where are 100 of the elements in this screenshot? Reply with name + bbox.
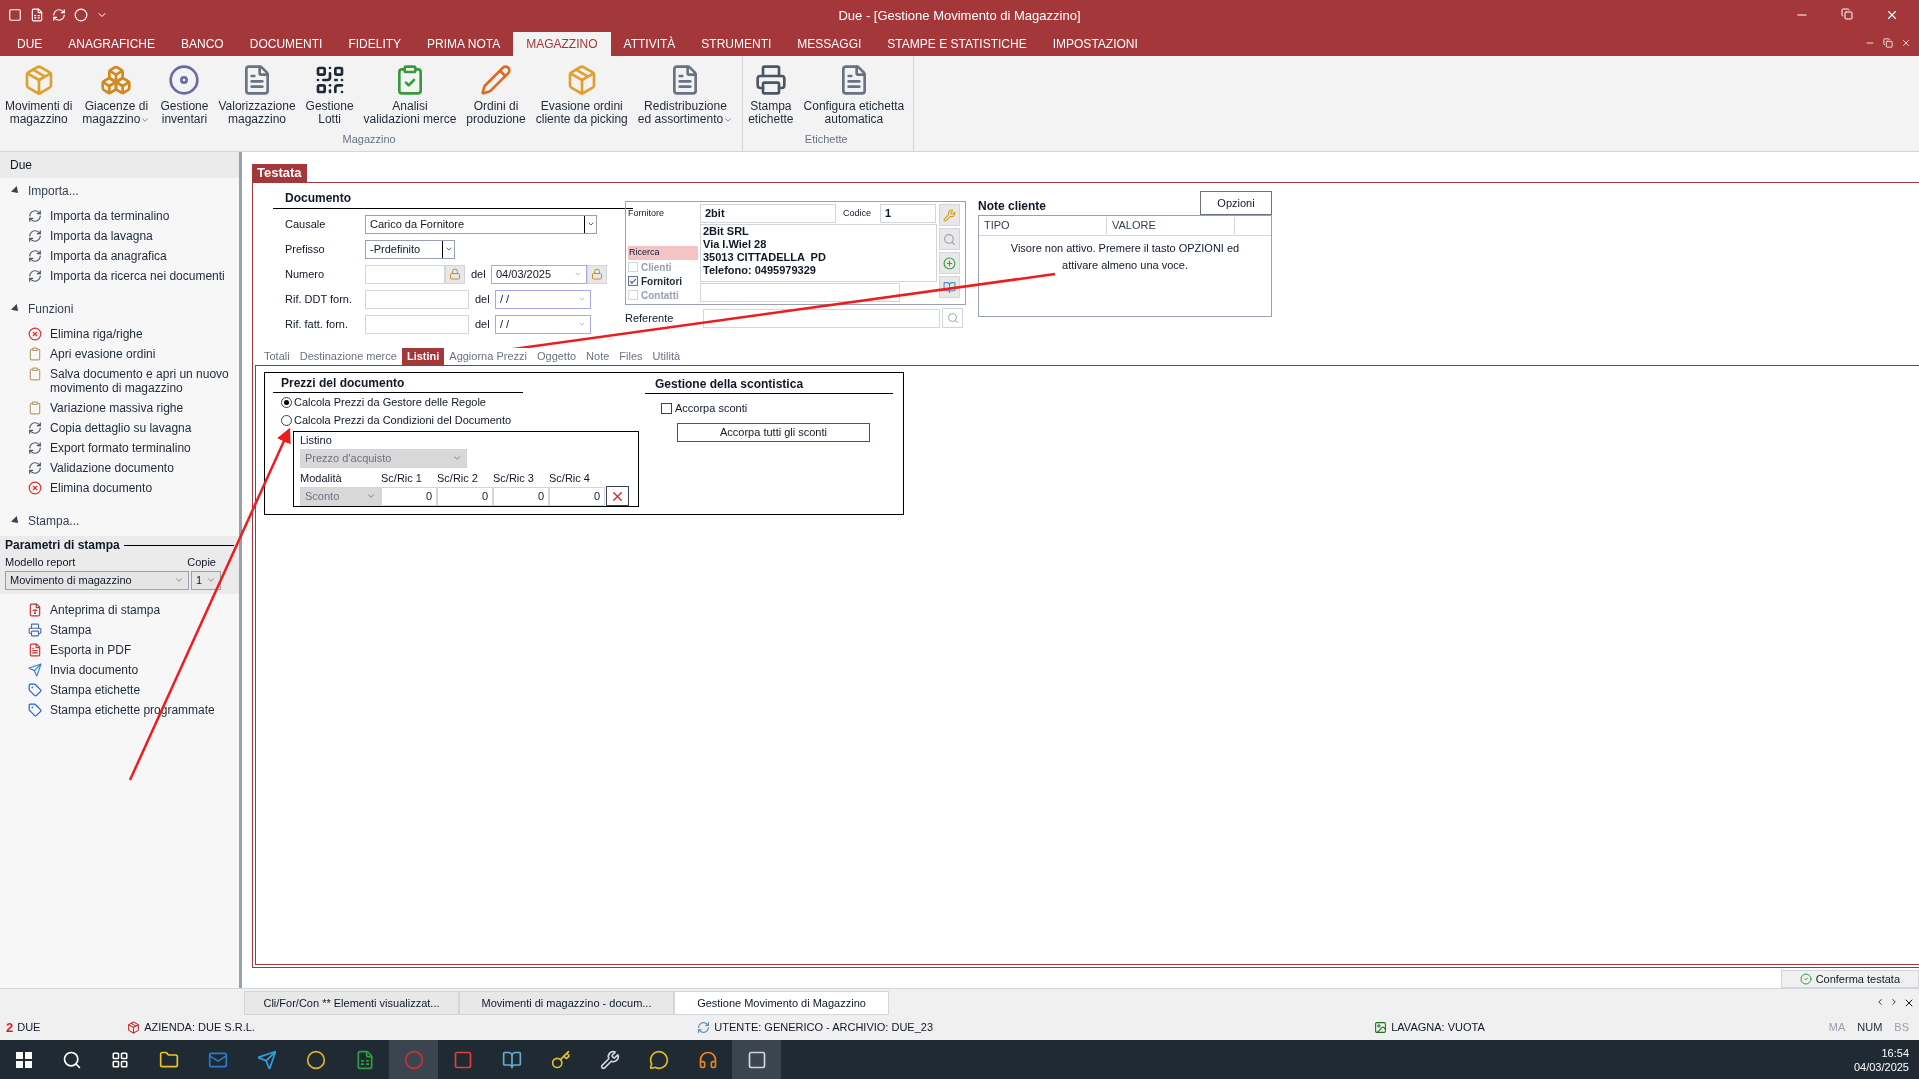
chat-icon[interactable] xyxy=(648,1049,669,1070)
document-tab[interactable]: Gestione Movimento di Magazzino xyxy=(674,991,889,1015)
menu-tab[interactable]: DUE xyxy=(4,32,56,56)
ribbon-button[interactable]: Evasione ordini cliente da picking xyxy=(530,60,633,126)
book-icon[interactable] xyxy=(501,1049,522,1070)
restore-icon[interactable] xyxy=(1841,8,1853,20)
task-view-icon[interactable] xyxy=(111,1050,129,1069)
text-field[interactable] xyxy=(703,308,940,328)
form-tab[interactable]: Testata xyxy=(252,164,307,182)
document-tab[interactable]: Cli/For/Con ** Elementi visualizzat... xyxy=(244,991,459,1015)
section-header[interactable]: Importa... xyxy=(0,178,239,204)
send-icon[interactable] xyxy=(256,1049,277,1070)
sidebar-item[interactable]: Elimina riga/righe xyxy=(0,324,239,344)
key-icon[interactable] xyxy=(550,1049,571,1070)
sidebar-item[interactable]: Export formato terminalino xyxy=(0,438,239,458)
sidebar-item[interactable]: Salva documento e apri un nuovo movimento di magazzino xyxy=(0,364,239,398)
close-icon[interactable] xyxy=(1903,997,1915,1009)
merge-discounts-button[interactable]: Accorpa tutti gli sconti xyxy=(677,423,870,442)
sidebar-item[interactable]: Elimina documento xyxy=(0,478,239,498)
clear-button[interactable] xyxy=(606,486,629,506)
sub-tab[interactable]: Listini xyxy=(401,348,445,365)
lock-button[interactable] xyxy=(445,264,465,284)
menu-tab[interactable]: STAMPE E STATISTICHE xyxy=(874,32,1040,56)
text-field[interactable] xyxy=(365,264,445,284)
ribbon-button[interactable]: Redistribuzione ed assortimento xyxy=(632,60,739,126)
square-icon[interactable] xyxy=(746,1049,767,1070)
refresh-icon[interactable] xyxy=(52,8,66,22)
document-tab[interactable]: Movimenti di magazzino - docum... xyxy=(459,991,674,1015)
menu-tab[interactable]: BANCO xyxy=(168,32,237,56)
menu-tab[interactable]: ANAGRAFICHE xyxy=(55,32,169,56)
ribbon-button[interactable]: Analisi validazioni merce xyxy=(358,60,462,126)
menu-tab[interactable]: MESSAGGI xyxy=(784,32,875,56)
sidebar-item[interactable]: Stampa etichette xyxy=(0,679,239,700)
text-field[interactable] xyxy=(365,314,469,334)
checkbox[interactable] xyxy=(628,276,638,286)
text-field[interactable] xyxy=(365,289,469,309)
square-icon[interactable] xyxy=(452,1049,473,1070)
sidebar-item[interactable]: Importa da anagrafica xyxy=(0,246,239,266)
menu-tab[interactable]: ATTIVITÀ xyxy=(610,32,689,56)
close-icon[interactable] xyxy=(1885,8,1899,22)
copies-dropdown[interactable]: 1 xyxy=(191,570,221,590)
menu-tab[interactable]: MAGAZZINO xyxy=(513,32,611,56)
confirm-button[interactable]: Conferma testata xyxy=(1780,970,1919,988)
date-field[interactable]: / / xyxy=(495,314,591,334)
ribbon-button[interactable]: Giacenze di magazzino xyxy=(77,60,156,126)
sidebar-item[interactable]: Importa da terminalino xyxy=(0,206,239,226)
number-field[interactable]: 0 xyxy=(493,486,549,506)
search-icon[interactable] xyxy=(62,1049,82,1070)
circle-icon[interactable] xyxy=(305,1049,326,1070)
sidebar-item[interactable]: Validazione documento xyxy=(0,458,239,478)
lock-button[interactable] xyxy=(587,264,607,284)
options-button[interactable]: Opzioni xyxy=(1200,191,1272,215)
sidebar-item[interactable]: Importa da ricerca nei documenti xyxy=(0,266,239,286)
sidebar-item[interactable]: Anteprima di stampa xyxy=(0,599,239,620)
ribbon-button[interactable]: Gestione Lotti xyxy=(300,60,359,126)
scroll-left-icon[interactable] xyxy=(1875,997,1885,1007)
sub-tab[interactable]: Aggiorna Prezzi xyxy=(444,348,532,365)
mode-dropdown[interactable]: Sconto xyxy=(300,486,381,506)
wrench-icon[interactable] xyxy=(599,1049,620,1070)
ribbon-button[interactable]: Movimenti di magazzino xyxy=(0,60,78,126)
headphones-icon[interactable] xyxy=(697,1049,718,1070)
sidebar-item[interactable]: Importa da lavagna xyxy=(0,226,239,246)
ribbon-button[interactable]: Stampa etichette xyxy=(743,60,799,126)
number-field[interactable]: 0 xyxy=(549,486,605,506)
ribbon-button[interactable]: Gestione inventari xyxy=(155,60,214,126)
scroll-right-icon[interactable] xyxy=(1889,997,1899,1007)
menu-tab[interactable]: DOCUMENTI xyxy=(236,32,336,56)
menu-tab[interactable]: PRIMA NOTA xyxy=(414,32,514,56)
restore-icon[interactable] xyxy=(1883,38,1893,48)
sidebar-item[interactable]: Variazione massiva righe xyxy=(0,398,239,418)
section-header[interactable]: Funzioni xyxy=(0,296,239,322)
sidebar-item[interactable]: Stampa xyxy=(0,619,239,640)
text-field[interactable]: 2bit xyxy=(700,204,836,223)
sidebar-item[interactable]: Esporta in PDF xyxy=(0,639,239,660)
folder-icon[interactable] xyxy=(158,1049,179,1070)
spreadsheet-icon[interactable] xyxy=(30,8,44,22)
ribbon-button[interactable]: Ordini di produzione xyxy=(461,60,531,126)
sidebar-item[interactable]: Invia documento xyxy=(0,659,239,680)
delete-icon xyxy=(28,481,42,495)
combo-box[interactable]: -Prdefinito xyxy=(365,239,455,259)
menu-tab[interactable]: FIDELITY xyxy=(335,32,415,56)
date-field[interactable]: 04/03/2025 xyxy=(491,264,587,284)
menu-tab[interactable]: IMPOSTAZIONI xyxy=(1039,32,1151,56)
add-button[interactable] xyxy=(939,252,960,274)
menu-tab[interactable]: STRUMENTI xyxy=(688,32,785,56)
sidebar-item[interactable]: Apri evasione ordini xyxy=(0,344,239,364)
model-dropdown[interactable]: Movimento di magazzino xyxy=(5,570,189,590)
combo-box[interactable]: Carico da Fornitore xyxy=(365,214,597,234)
number-field[interactable]: 0 xyxy=(437,486,493,506)
date-field[interactable]: / / xyxy=(495,289,591,309)
checkbox[interactable] xyxy=(661,402,672,414)
sidebar-item[interactable]: Copia dettaglio su lavagna xyxy=(0,418,239,438)
text-field[interactable] xyxy=(700,283,900,302)
ribbon-button[interactable]: Configura etichetta automatica xyxy=(798,60,910,126)
text-field[interactable]: 1 xyxy=(880,204,936,223)
listino-dropdown[interactable]: Prezzo d'acquisto xyxy=(300,448,467,468)
section-header[interactable]: Stampa... xyxy=(0,508,239,534)
four-squares-icon[interactable] xyxy=(16,1051,32,1068)
ribbon-button[interactable]: Valorizzazione magazzino xyxy=(213,60,301,126)
number-field[interactable]: 0 xyxy=(381,486,437,506)
